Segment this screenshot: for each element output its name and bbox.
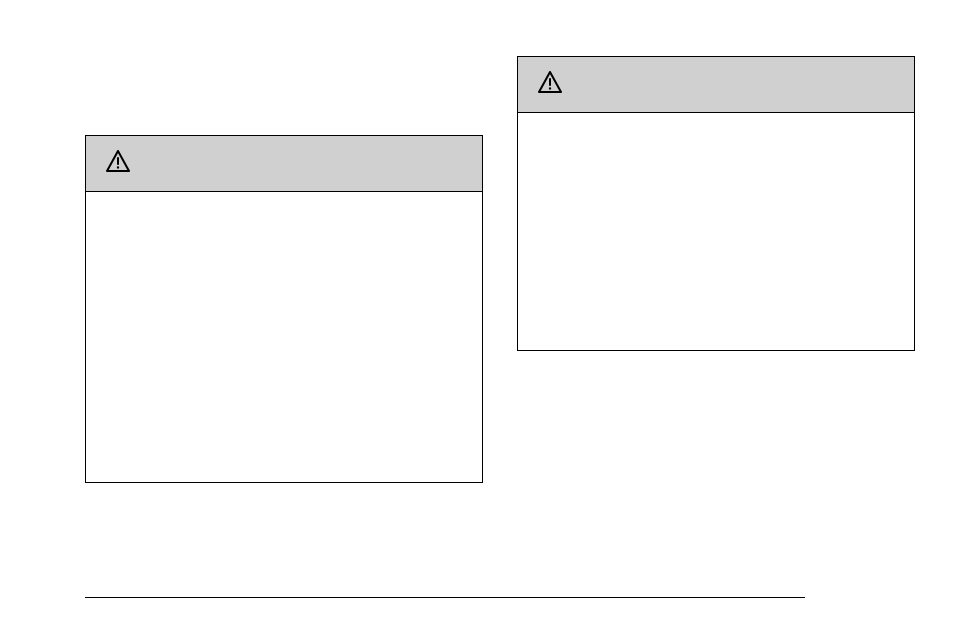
warning-header-right: [518, 57, 914, 113]
warning-icon: [538, 71, 562, 98]
warning-header-left: [86, 136, 482, 192]
warning-icon: [106, 150, 130, 177]
warning-body-left: [86, 192, 482, 484]
warning-body-right: [518, 113, 914, 352]
horizontal-rule: [85, 597, 805, 598]
warning-box-right: [517, 56, 915, 351]
warning-box-left: [85, 135, 483, 483]
